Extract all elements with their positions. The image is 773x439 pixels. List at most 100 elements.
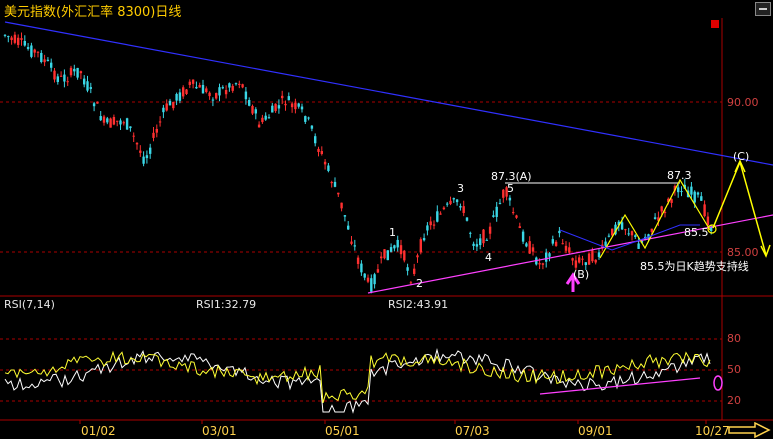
candle-body-65	[218, 87, 221, 96]
candle-body-73	[244, 91, 248, 100]
candle-body-2	[10, 37, 13, 41]
candle-body-29	[99, 116, 102, 121]
candle-body-117	[389, 247, 393, 252]
wave-label-c: (C)	[733, 150, 750, 163]
candle-body-199	[660, 206, 663, 212]
candle-body-121	[403, 250, 406, 261]
candle-body-204	[677, 187, 680, 193]
candle-body-68	[228, 83, 231, 88]
candle-body-155	[515, 215, 518, 218]
candle-body-36	[122, 122, 125, 124]
candle-body-213	[706, 216, 710, 226]
candle-body-7	[26, 47, 30, 49]
candle-body-146	[485, 239, 488, 241]
candle-body-171	[568, 247, 571, 253]
candle-body-137	[455, 199, 459, 203]
candle-body-113	[376, 269, 380, 273]
candle-body-5	[20, 38, 23, 40]
candle-body-81	[271, 105, 274, 113]
candle-body-25	[86, 81, 89, 91]
candle-body-55	[185, 89, 188, 95]
candle-body-123	[409, 282, 413, 284]
candle-body-192	[637, 243, 640, 249]
candle-body-87	[290, 103, 294, 108]
rsi-tick-20: 20	[727, 394, 741, 407]
candle-body-50	[168, 100, 172, 106]
candle-body-124	[413, 268, 416, 274]
candle-body-99	[330, 181, 333, 184]
candle-body-46	[155, 128, 158, 133]
candle-body-138	[459, 205, 462, 208]
candle-body-132	[439, 213, 442, 215]
candle-body-45	[152, 132, 155, 138]
candle-body-18	[63, 74, 66, 82]
candle-body-1	[7, 36, 10, 38]
price-tick-90: 90.00	[727, 96, 759, 109]
candle-body-176	[584, 262, 587, 266]
candle-body-127	[422, 238, 426, 241]
candle-body-184	[611, 228, 614, 236]
candle-body-189	[627, 233, 630, 235]
candle-body-79	[264, 115, 267, 120]
candle-body-109	[363, 273, 366, 278]
candle-body-120	[399, 245, 403, 255]
candle-body-8	[30, 45, 33, 57]
candle-body-116	[386, 250, 389, 261]
candle-body-209	[693, 191, 696, 203]
candle-body-106	[353, 245, 356, 247]
candle-body-143	[475, 244, 479, 247]
candle-body-16	[56, 76, 59, 82]
candle-body-122	[406, 267, 409, 271]
candle-body-167	[554, 241, 558, 246]
candle-body-119	[396, 239, 399, 248]
candle-body-37	[125, 118, 129, 130]
date-tick-1027: 10/27	[695, 424, 730, 438]
candle-body-108	[360, 263, 363, 273]
scroll-right-arrow-icon[interactable]	[727, 422, 771, 438]
candle-body-115	[383, 249, 386, 259]
support-note: 85.5为日K趋势支持线	[640, 260, 749, 273]
candle-body-175	[581, 258, 584, 260]
candle-body-88	[294, 102, 297, 110]
candle-body-170	[564, 245, 568, 251]
date-tick-0102: 01/02	[81, 424, 116, 438]
candle-body-4	[17, 37, 20, 45]
candle-body-72	[241, 84, 244, 88]
support-value-label: 85.5	[684, 226, 709, 239]
candle-body-26	[89, 87, 92, 89]
candle-body-80	[267, 117, 271, 119]
candle-body-177	[587, 253, 591, 265]
candle-body-136	[452, 198, 455, 200]
candle-body-86	[287, 96, 290, 101]
candle-body-10	[36, 51, 40, 53]
candle-body-147	[488, 226, 492, 234]
candle-body-35	[119, 120, 122, 125]
candle-body-112	[373, 274, 376, 285]
candle-body-173	[574, 260, 578, 268]
candle-body-95	[317, 148, 320, 152]
date-tick-0501: 05/01	[325, 424, 360, 438]
rsi-tick-50: 50	[727, 363, 741, 376]
candle-body-53	[178, 92, 182, 101]
candle-body-90	[300, 106, 304, 110]
candle-body-31	[106, 118, 109, 123]
wave-label-b: (B)	[573, 268, 590, 281]
candle-body-40	[135, 142, 139, 145]
candle-body-125	[416, 255, 419, 258]
candle-body-63	[211, 99, 215, 101]
candle-body-211	[700, 196, 703, 201]
candle-body-85	[284, 103, 287, 106]
candle-body-190	[630, 231, 634, 236]
candle-body-148	[492, 215, 495, 217]
candle-body-11	[40, 52, 43, 63]
candle-body-41	[139, 150, 142, 153]
candle-body-166	[551, 239, 554, 244]
candle-body-76	[254, 109, 257, 114]
candle-body-160	[531, 247, 535, 252]
candle-body-133	[442, 207, 446, 210]
candle-body-57	[191, 79, 195, 84]
projection-path	[712, 159, 767, 256]
candle-body-44	[149, 147, 152, 154]
candle-body-163	[541, 263, 545, 265]
candle-body-84	[281, 95, 284, 99]
